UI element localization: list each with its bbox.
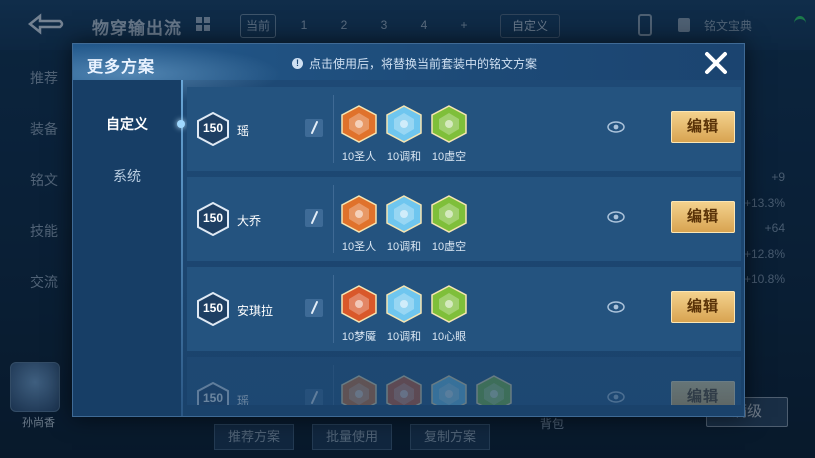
gem-label: 10调和 xyxy=(386,331,422,343)
gem-label: 10圣人 xyxy=(341,151,377,163)
plan-hero-name: 瑶 xyxy=(237,124,250,138)
gem-label: 10调和 xyxy=(386,151,422,163)
plan-row[interactable]: 150 瑶 编辑 xyxy=(187,357,741,405)
gem-label: 10圣人 xyxy=(341,241,377,253)
plan-tabs: 自定义 系统 xyxy=(73,80,181,416)
preview-eye-icon[interactable] xyxy=(607,120,625,134)
preview-eye-icon[interactable] xyxy=(607,300,625,314)
row-divider xyxy=(333,95,334,163)
preview-eye-icon[interactable] xyxy=(607,210,625,224)
tab-custom[interactable]: 自定义 xyxy=(73,104,181,144)
edit-button[interactable]: 编辑 xyxy=(671,291,735,323)
plan-hero-name: 瑶 xyxy=(237,394,250,405)
plan-level: 150 xyxy=(202,391,224,405)
orange-gem-icon[interactable] xyxy=(341,375,377,405)
rename-pen-icon[interactable] xyxy=(305,119,323,137)
tabs-divider xyxy=(181,80,183,416)
plan-row[interactable]: 150 安琪拉 编辑 10梦魇 10调和 10心眼 xyxy=(187,267,741,351)
gem-label: 10梦魇 xyxy=(341,331,377,343)
edit-button[interactable]: 编辑 xyxy=(671,201,735,233)
plan-level: 150 xyxy=(202,211,224,225)
blue-drop-gem-icon[interactable] xyxy=(386,285,422,323)
gem-label: 10调和 xyxy=(386,241,422,253)
dialog-title: 更多方案 xyxy=(87,59,156,76)
notice-label: 点击使用后，将替换当前套装中的铭文方案 xyxy=(309,57,538,71)
more-plans-dialog: 更多方案 ! 点击使用后，将替换当前套装中的铭文方案 自定义 系统 150 瑶 … xyxy=(72,43,745,417)
plan-list[interactable]: 150 瑶 编辑 10圣人 10调和 10虚空 150 大乔 编辑 10圣人 1… xyxy=(187,87,743,405)
green-gem-icon[interactable] xyxy=(431,105,467,143)
orange-crystal-gem-icon[interactable] xyxy=(341,105,377,143)
plan-hero-name: 安琪拉 xyxy=(237,304,274,318)
green-gem-icon[interactable] xyxy=(431,285,467,323)
gem-label: 10虚空 xyxy=(431,241,467,253)
rename-pen-icon[interactable] xyxy=(305,209,323,227)
blue-drop-gem-icon[interactable] xyxy=(386,105,422,143)
gem-label: 10虚空 xyxy=(431,151,467,163)
notice-text: ! 点击使用后，将替换当前套装中的铭文方案 xyxy=(292,55,537,72)
preview-eye-icon[interactable] xyxy=(607,390,625,404)
orange-flame-gem-icon[interactable] xyxy=(341,285,377,323)
close-icon[interactable] xyxy=(701,48,731,78)
row-divider xyxy=(333,185,334,253)
orange-gem-icon[interactable] xyxy=(386,375,422,405)
plan-hero-name: 大乔 xyxy=(237,214,262,228)
green-gem-icon[interactable] xyxy=(431,195,467,233)
active-tab-indicator xyxy=(177,120,185,128)
plan-row[interactable]: 150 瑶 编辑 10圣人 10调和 10虚空 xyxy=(187,87,741,171)
green-gem-icon[interactable] xyxy=(476,375,512,405)
tab-system[interactable]: 系统 xyxy=(73,156,181,196)
plan-row[interactable]: 150 大乔 编辑 10圣人 10调和 10虚空 xyxy=(187,177,741,261)
plan-level: 150 xyxy=(202,301,224,315)
row-divider xyxy=(333,365,334,405)
edit-button[interactable]: 编辑 xyxy=(671,381,735,405)
info-icon: ! xyxy=(292,58,303,69)
rename-pen-icon[interactable] xyxy=(305,389,323,405)
plan-level: 150 xyxy=(202,121,224,135)
gem-label: 10心眼 xyxy=(431,331,467,343)
rename-pen-icon[interactable] xyxy=(305,299,323,317)
row-divider xyxy=(333,275,334,343)
blue-drop-gem-icon[interactable] xyxy=(386,195,422,233)
orange-crystal-gem-icon[interactable] xyxy=(341,195,377,233)
edit-button[interactable]: 编辑 xyxy=(671,111,735,143)
teal-gem-icon[interactable] xyxy=(431,375,467,405)
